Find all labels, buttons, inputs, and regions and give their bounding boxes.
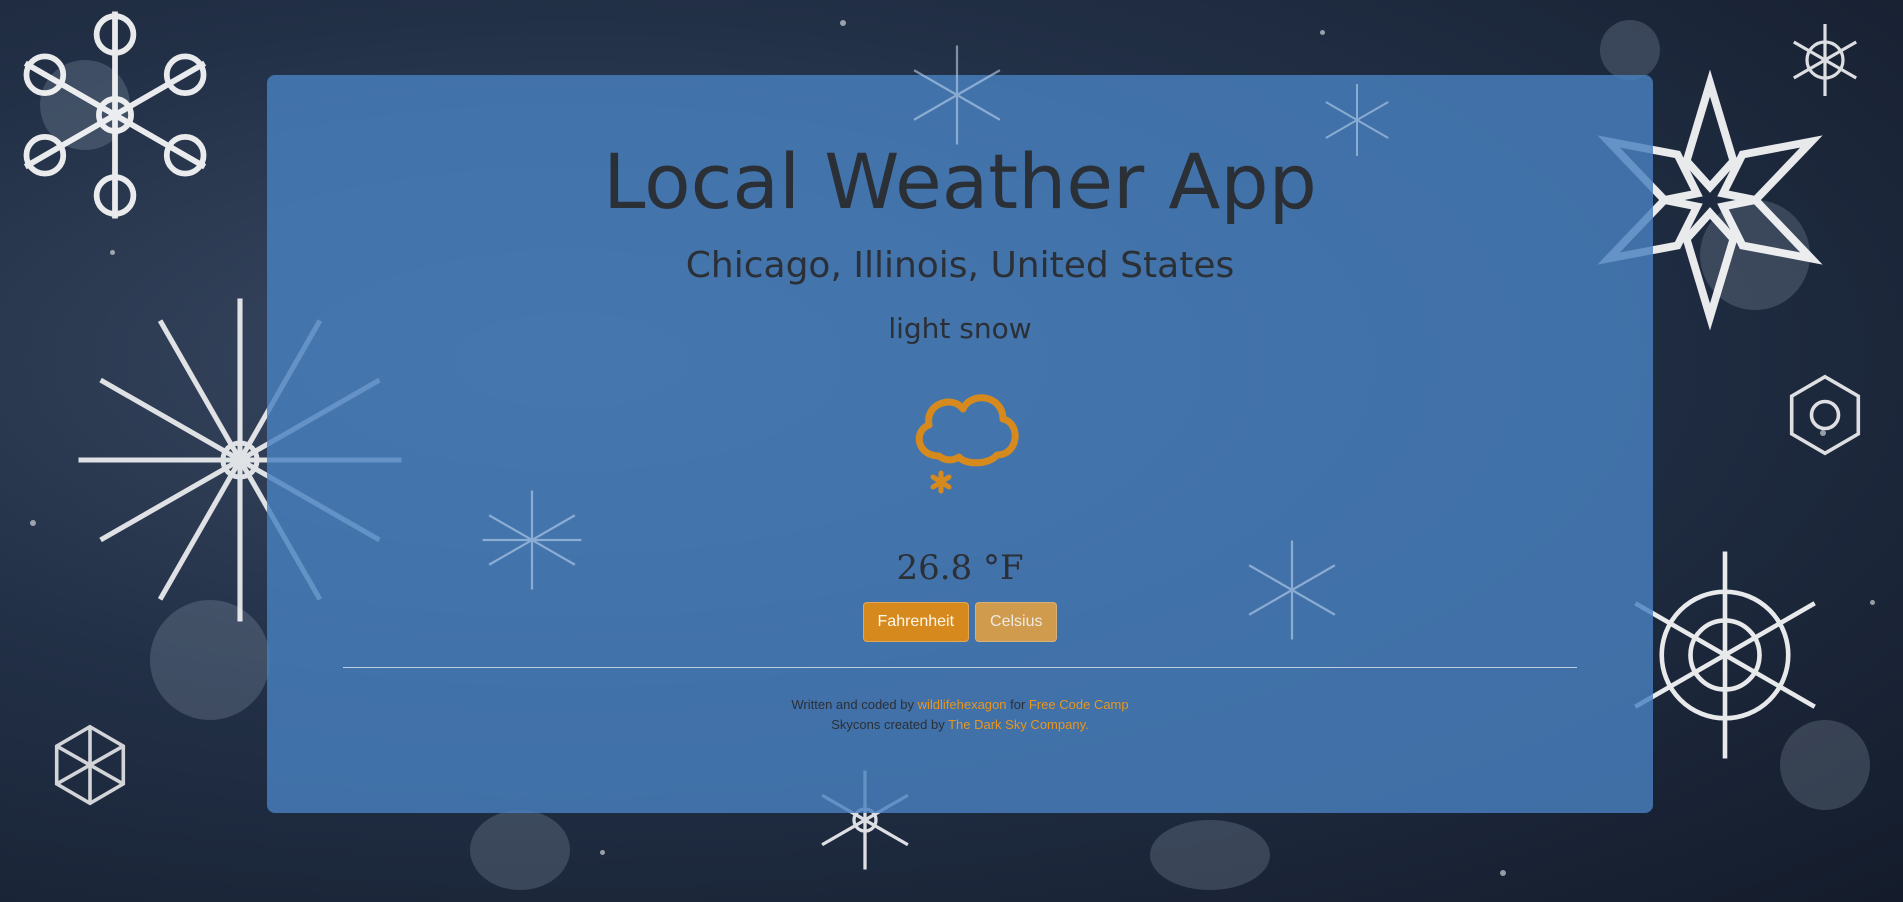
dark-sky-link[interactable]: The Dark Sky Company <box>948 717 1085 732</box>
footer-text: Skycons created by <box>831 717 949 732</box>
snowflake-icon <box>23 11 207 219</box>
weather-condition: light snow <box>888 312 1032 345</box>
snow-cloud-icon <box>915 394 1019 494</box>
free-code-camp-link[interactable]: Free Code Camp <box>1029 697 1129 712</box>
author-link[interactable]: wildlifehexagon <box>918 697 1007 712</box>
snow-dot <box>840 20 846 26</box>
bokeh-light <box>470 810 570 890</box>
snow-dot <box>1320 30 1325 35</box>
snow-dot <box>1870 600 1875 605</box>
weather-card: Local Weather App Chicago, Illinois, Uni… <box>267 45 1653 813</box>
snow-dot <box>30 520 36 526</box>
bokeh-light <box>1150 820 1270 890</box>
footer-divider <box>343 667 1577 668</box>
snowflake-icon <box>1793 24 1857 96</box>
page-title: Local Weather App <box>603 137 1317 226</box>
location-label: Chicago, Illinois, United States <box>685 245 1235 286</box>
footer-line-author: Written and coded by wildlifehexagon for… <box>267 695 1653 715</box>
temperature-reading: 26.8 °F <box>896 548 1024 588</box>
footer-credits: Written and coded by wildlifehexagon for… <box>267 695 1653 735</box>
snow-dot <box>110 250 115 255</box>
snowflake-icon <box>913 45 1001 145</box>
snow-dot <box>1500 870 1506 876</box>
snowflake-icon <box>54 724 126 806</box>
footer-line-skycons: Skycons created by The Dark Sky Company. <box>267 715 1653 735</box>
unit-toggle: Fahrenheit Celsius <box>267 602 1653 642</box>
footer-period: . <box>1085 717 1089 732</box>
snowflake-icon <box>1789 374 1861 456</box>
footer-text: for <box>1006 697 1029 712</box>
footer-text: Written and coded by <box>791 697 918 712</box>
fahrenheit-button[interactable]: Fahrenheit <box>862 602 970 642</box>
snow-dot <box>600 850 605 855</box>
celsius-button[interactable]: Celsius <box>975 602 1058 642</box>
